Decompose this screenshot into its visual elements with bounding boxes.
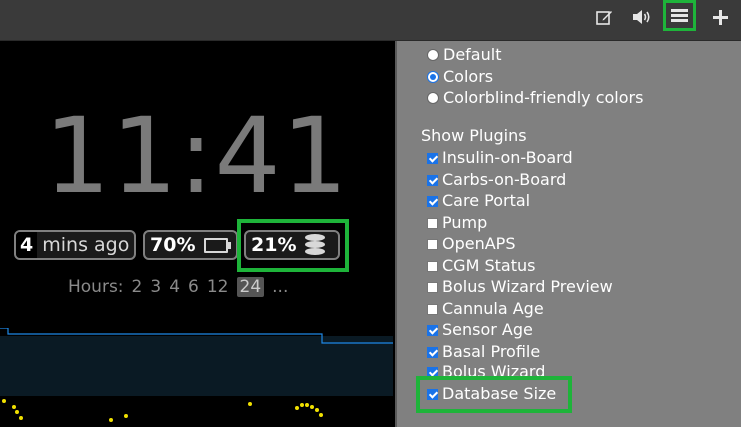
show-plugins-heading: Show Plugins — [421, 126, 527, 145]
hours-option-24[interactable]: 24 — [236, 277, 265, 297]
menu-icon[interactable] — [663, 0, 696, 31]
checkbox[interactable] — [427, 174, 438, 186]
database-icon — [305, 234, 326, 256]
database-size-pill: 21% — [244, 230, 340, 260]
checkbox[interactable] — [427, 152, 438, 164]
radio-colors[interactable] — [427, 71, 439, 83]
plugin-label: CGM Status — [442, 256, 536, 275]
plugin-label: Cannula Age — [442, 299, 544, 318]
color-option-colors[interactable]: Colors — [427, 66, 493, 88]
plugin-sensor-age[interactable]: Sensor Age — [427, 319, 533, 341]
hours-option-12[interactable]: 12 — [207, 277, 229, 297]
glucose-chart — [0, 328, 393, 422]
top-toolbar — [0, 0, 741, 41]
option-label: Default — [443, 45, 502, 64]
time-ago-label: mins ago — [42, 234, 130, 256]
plugin-carbs-on-board[interactable]: Carbs-on-Board — [427, 169, 566, 191]
checkbox[interactable] — [427, 303, 438, 315]
plugin-label: Basal Profile — [442, 342, 541, 361]
option-label: Colors — [443, 67, 494, 86]
edit-icon[interactable] — [588, 4, 620, 30]
main-display: 11:41 4 mins ago 70% 21% Hours: 2 3 4 6 … — [0, 41, 393, 427]
radio-default[interactable] — [427, 49, 439, 61]
plugin-openaps[interactable]: OpenAPS — [427, 233, 515, 255]
plugin-label: Care Portal — [442, 191, 531, 210]
checkbox[interactable] — [427, 346, 438, 358]
plugin-bolus-wizard-preview[interactable]: Bolus Wizard Preview — [427, 276, 613, 298]
plugin-pump[interactable]: Pump — [427, 212, 487, 234]
radio-colorblind[interactable] — [427, 92, 439, 104]
plugin-label: OpenAPS — [442, 234, 516, 253]
hours-option-2[interactable]: 2 — [132, 277, 143, 297]
plugin-insulin-on-board[interactable]: Insulin-on-Board — [427, 147, 573, 169]
checkbox[interactable] — [427, 238, 438, 250]
add-icon[interactable] — [704, 4, 736, 30]
checkbox[interactable] — [427, 260, 438, 272]
plugin-care-portal[interactable]: Care Portal — [427, 190, 530, 212]
battery-icon — [204, 237, 232, 253]
hours-option-3[interactable]: 3 — [150, 277, 161, 297]
plugin-cannula-age[interactable]: Cannula Age — [427, 298, 544, 320]
checkbox[interactable] — [427, 195, 438, 207]
time-ago-pill: 4 mins ago — [14, 230, 136, 260]
hours-option-more[interactable]: ... — [272, 277, 288, 297]
glucose-points — [2, 399, 323, 422]
color-option-colorblind[interactable]: Colorblind-friendly colors — [427, 87, 643, 109]
hours-label: Hours: — [68, 277, 124, 297]
color-option-default[interactable]: Default — [427, 44, 501, 66]
hours-option-6[interactable]: 6 — [188, 277, 199, 297]
plugin-label: Carbs-on-Board — [442, 170, 567, 189]
checkbox[interactable] — [427, 388, 438, 400]
checkbox[interactable] — [427, 281, 438, 293]
plugin-basal-profile[interactable]: Basal Profile — [427, 341, 540, 363]
plugin-label: Sensor Age — [442, 320, 533, 339]
basal-area — [0, 336, 393, 396]
battery-pill: 70% — [143, 230, 238, 260]
plugin-label: Bolus Wizard Preview — [442, 277, 613, 296]
plugin-label: Insulin-on-Board — [442, 148, 573, 167]
clock: 11:41 — [44, 95, 349, 217]
audio-icon[interactable] — [626, 4, 658, 30]
checkbox[interactable] — [427, 217, 438, 229]
plugin-cgm-status[interactable]: CGM Status — [427, 255, 535, 277]
plugin-label: Database Size — [442, 384, 557, 403]
settings-panel: Default Colors Colorblind-friendly color… — [395, 41, 741, 427]
plugin-database-size[interactable]: Database Size — [427, 383, 556, 405]
database-percent: 21% — [251, 234, 297, 256]
hours-selector: Hours: 2 3 4 6 12 24 ... — [68, 275, 288, 299]
option-label: Colorblind-friendly colors — [443, 88, 644, 107]
battery-percent: 70% — [150, 234, 196, 256]
hours-option-4[interactable]: 4 — [169, 277, 180, 297]
time-ago-value: 4 — [16, 232, 38, 258]
plugin-label: Pump — [442, 213, 488, 232]
checkbox[interactable] — [427, 324, 438, 336]
